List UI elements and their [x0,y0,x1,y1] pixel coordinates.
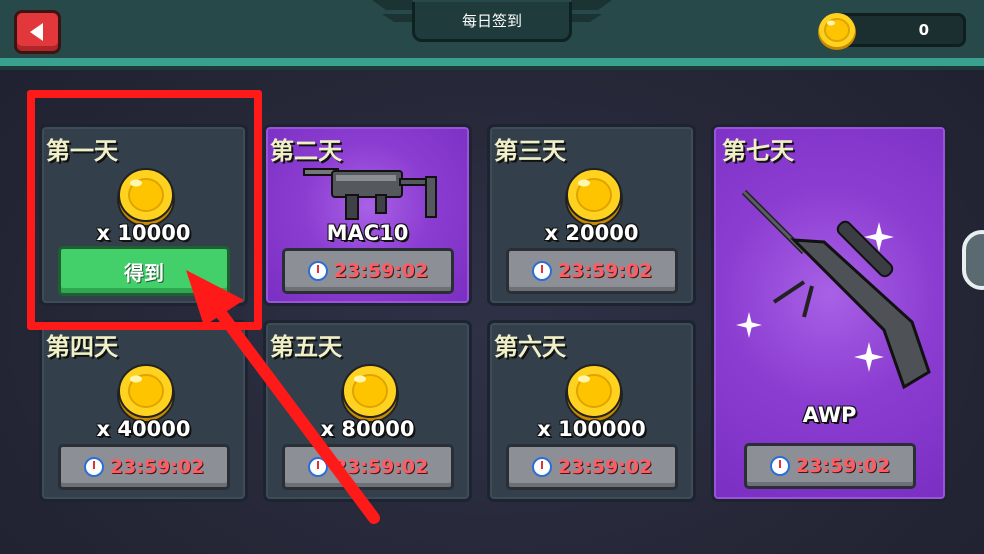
tutorial-arrow-icon [186,270,380,524]
